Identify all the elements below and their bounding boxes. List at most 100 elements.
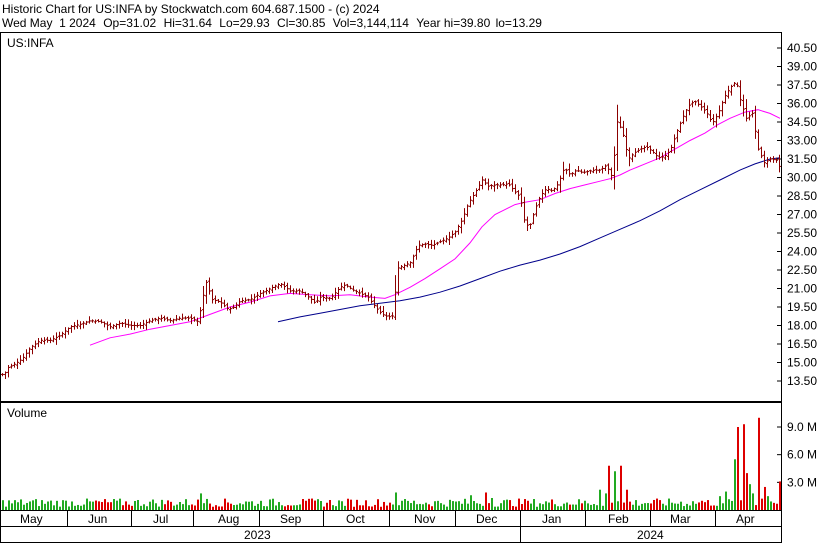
volume-bar <box>161 499 163 510</box>
volume-bar <box>587 503 589 510</box>
price-tick-label: 13.50 <box>787 374 817 388</box>
price-panel-frame <box>0 32 782 402</box>
volume-bar <box>707 500 709 510</box>
volume-bar <box>500 503 502 510</box>
volume-bar <box>134 500 136 510</box>
volume-bar <box>650 503 652 510</box>
volume-bar <box>752 493 754 510</box>
volume-bar <box>665 505 667 510</box>
volume-bar <box>56 500 58 510</box>
volume-bar <box>434 501 436 510</box>
volume-bar <box>431 506 433 510</box>
volume-bar <box>188 505 190 510</box>
volume-axis: 9.0 M 6.0 M 3.0 M <box>777 420 817 489</box>
volume-bar <box>182 504 184 510</box>
price-tick-label: 22.50 <box>787 263 817 277</box>
volume-bar <box>443 504 445 510</box>
price-tick-label: 19.50 <box>787 300 817 314</box>
volume-bar <box>455 501 457 510</box>
volume-bar <box>377 499 379 510</box>
volume-bar <box>191 504 193 510</box>
volume-bar <box>740 500 742 510</box>
volume-bar <box>326 502 328 510</box>
volume-bar <box>710 505 712 510</box>
volume-bar <box>203 503 205 510</box>
volume-bar <box>353 506 355 510</box>
volume-bar <box>536 506 538 510</box>
volume-bar <box>653 499 655 510</box>
volume-bar <box>53 505 55 510</box>
volume-bar <box>269 499 271 510</box>
price-axis: 40.50 39.00 37.50 36.00 34.50 33.00 31.50 30.00… <box>777 41 817 388</box>
volume-bar <box>668 498 670 510</box>
volume-bar <box>614 471 616 510</box>
volume-bar <box>224 498 226 510</box>
volume-bar <box>128 504 130 510</box>
volume-bar <box>662 503 664 510</box>
volume-bar <box>206 498 208 510</box>
volume-bar <box>215 505 217 510</box>
volume-bar <box>242 504 244 510</box>
volume-bar <box>488 503 490 510</box>
volume-bar <box>344 505 346 510</box>
volume-bar <box>5 506 7 510</box>
volume-bar <box>368 506 370 510</box>
volume-bar <box>164 504 166 510</box>
volume-bar <box>548 502 550 510</box>
volume-bar <box>104 499 106 510</box>
volume-bar <box>14 500 16 510</box>
volume-bar <box>407 500 409 510</box>
volume-bar <box>620 465 622 510</box>
volume-bar <box>359 505 361 510</box>
volume-bar <box>467 503 469 510</box>
volume-bar <box>239 503 241 510</box>
volume-bar <box>425 502 427 510</box>
volume-bar <box>395 492 397 510</box>
year-label-2023: 2023 <box>244 528 271 542</box>
volume-bar <box>185 499 187 510</box>
volume-bar <box>341 501 343 510</box>
volume-bar <box>347 498 349 510</box>
volume-bar <box>11 503 13 510</box>
volume-bar <box>563 503 565 510</box>
volume-bar <box>515 506 517 510</box>
volume-bar <box>371 506 373 510</box>
volume-bar <box>629 501 631 510</box>
volume-bar <box>92 501 94 510</box>
volume-bar <box>632 504 634 510</box>
volume-bar <box>446 506 448 510</box>
volume-bar <box>236 504 238 510</box>
volume-bar <box>290 505 292 510</box>
volume-bar <box>470 495 472 510</box>
price-tick-label: 25.50 <box>787 226 817 240</box>
volume-bar <box>638 505 640 510</box>
volume-bar <box>674 503 676 510</box>
volume-bar <box>734 459 736 510</box>
volume-bar <box>518 498 520 510</box>
volume-bar <box>176 504 178 510</box>
volume-bar <box>737 427 739 510</box>
volume-bar <box>278 502 280 510</box>
volume-bar <box>647 503 649 510</box>
month-label: Mar <box>670 512 691 526</box>
volume-bar <box>62 500 64 510</box>
volume-bar <box>479 503 481 510</box>
volume-bar <box>779 481 781 510</box>
volume-bar <box>98 501 100 510</box>
price-tick-label: 40.50 <box>787 41 817 55</box>
volume-bar <box>623 502 625 510</box>
volume-bar <box>44 503 46 510</box>
price-tick-label: 31.50 <box>787 152 817 166</box>
volume-bar <box>581 503 583 510</box>
volume-bar <box>416 504 418 510</box>
volume-tick-label: 9.0 M <box>787 420 817 434</box>
volume-bar <box>464 498 466 510</box>
volume-bar <box>254 505 256 510</box>
volume-bar <box>524 499 526 510</box>
ma-long-line <box>277 157 781 323</box>
volume-bar <box>656 498 658 510</box>
volume-bar <box>26 502 28 510</box>
month-label: Nov <box>414 512 435 526</box>
volume-bar <box>209 503 211 510</box>
volume-bar <box>23 504 25 510</box>
